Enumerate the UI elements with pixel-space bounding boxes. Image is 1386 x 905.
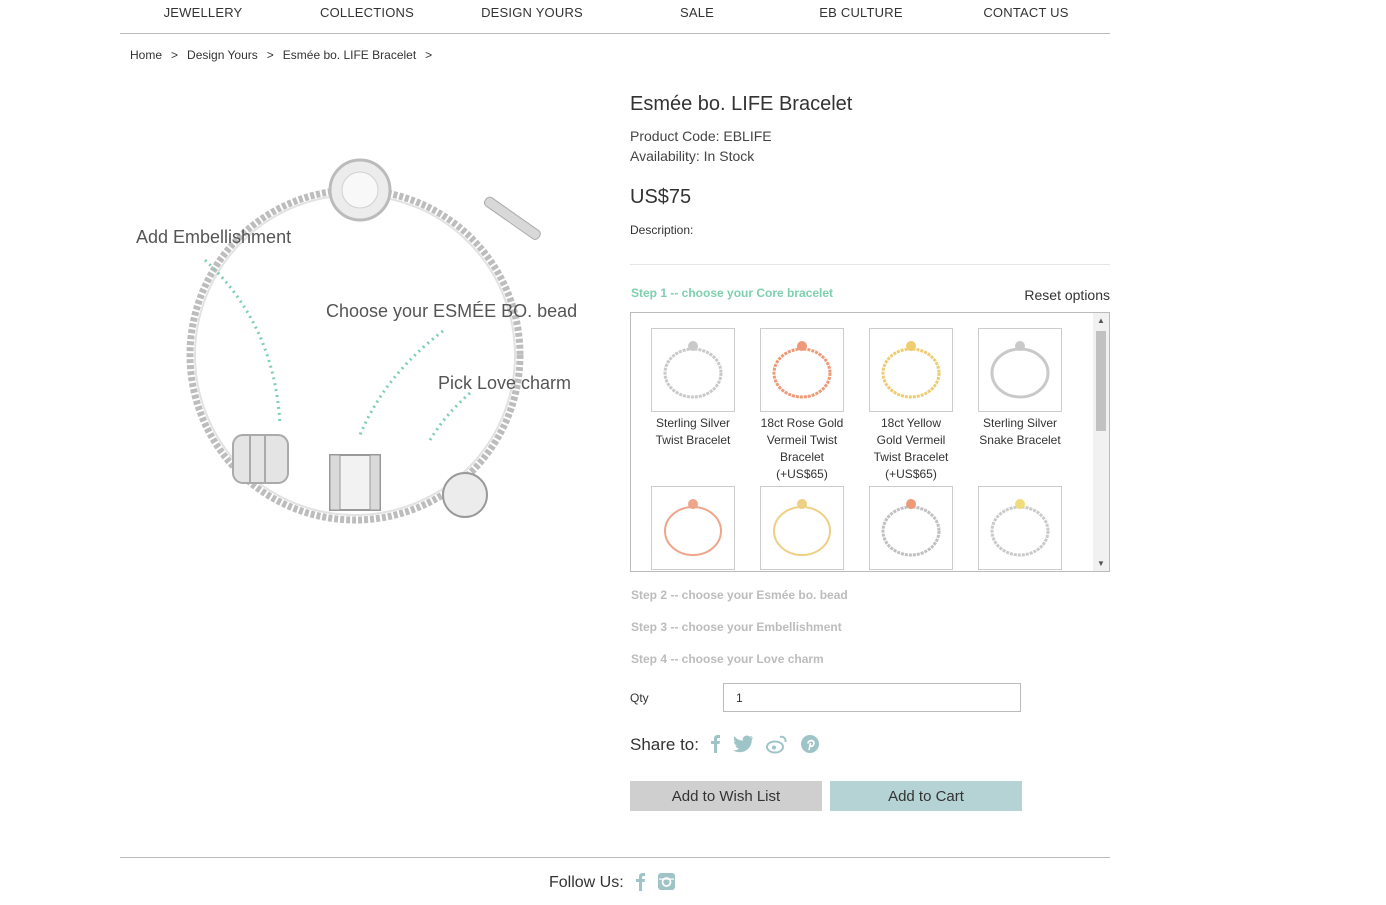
facebook-icon[interactable] xyxy=(705,734,727,754)
option-gold-bracelet[interactable] xyxy=(751,486,853,571)
step4-heading[interactable]: Step 4 -- choose your Love charm xyxy=(631,652,824,666)
breadcrumb-home[interactable]: Home xyxy=(130,48,162,62)
step2-heading[interactable]: Step 2 -- choose your Esmée bo. bead xyxy=(631,588,848,602)
qty-input[interactable] xyxy=(723,683,1021,712)
footer-divider xyxy=(120,857,1110,858)
option-thumbnail xyxy=(651,486,735,570)
option-label-line: Snake Bracelet xyxy=(979,433,1061,447)
reset-options-link[interactable]: Reset options xyxy=(1024,287,1110,303)
option-thumbnail xyxy=(978,328,1062,412)
options-scrollbar[interactable]: ▲ ▼ xyxy=(1093,313,1109,571)
bracelet-thumb-icon xyxy=(990,505,1050,557)
arrow-charm xyxy=(428,391,471,441)
bracelet-thumb-icon xyxy=(881,505,941,557)
breadcrumb-separator: > xyxy=(266,48,274,62)
nav-jewellery[interactable]: JEWELLERY xyxy=(164,5,243,20)
esmee-bead xyxy=(329,454,381,511)
option-silver-gold-bead[interactable] xyxy=(969,486,1071,571)
embellishment-bead xyxy=(232,434,289,484)
pinterest-icon[interactable] xyxy=(800,734,822,754)
option-label-line: Gold Vermeil xyxy=(876,433,946,447)
arrow-bead xyxy=(358,329,444,436)
product-availability: Availability: In Stock xyxy=(630,148,755,164)
bracelet-thumb-icon xyxy=(990,347,1050,399)
bracelet-clasp-icon xyxy=(1015,341,1025,351)
option-thumbnail xyxy=(651,328,735,412)
option-rose-bracelet[interactable] xyxy=(642,486,744,571)
bracelet-thumb-icon xyxy=(664,506,722,556)
option-sterling-silver-snake[interactable]: Sterling Silver Snake Bracelet xyxy=(969,328,1071,449)
description-label: Description: xyxy=(630,223,694,237)
option-label-line: Sterling Silver xyxy=(655,416,731,430)
option-sterling-silver-twist[interactable]: Sterling Silver Twist Bracelet xyxy=(642,328,744,449)
breadcrumb-separator: > xyxy=(425,48,433,62)
option-thumbnail xyxy=(760,486,844,570)
scroll-up-icon[interactable]: ▲ xyxy=(1097,316,1105,325)
add-to-cart-button[interactable]: Add to Cart xyxy=(830,781,1022,811)
option-thumbnail xyxy=(869,486,953,570)
option-label-line: Vermeil Twist xyxy=(766,433,838,447)
breadcrumb-separator: > xyxy=(171,48,179,62)
bracelet-slider-bar xyxy=(483,196,541,240)
nav-sale[interactable]: SALE xyxy=(680,5,714,20)
step3-heading[interactable]: Step 3 -- choose your Embellishment xyxy=(631,620,842,634)
scroll-down-icon[interactable]: ▼ xyxy=(1097,559,1105,568)
instagram-icon[interactable] xyxy=(656,872,678,892)
top-navigation: JEWELLERY COLLECTIONS DESIGN YOURS SALE … xyxy=(120,0,1110,34)
product-code: Product Code: EBLIFE xyxy=(630,128,772,144)
bracelet-thumb-icon xyxy=(881,347,941,399)
scrollbar-thumb[interactable] xyxy=(1096,331,1106,431)
bracelet-clasp-icon xyxy=(688,341,698,351)
twitter-icon[interactable] xyxy=(732,734,754,754)
option-label-line: Twist Bracelet xyxy=(655,433,731,447)
bracelet-clasp-icon xyxy=(688,499,698,509)
love-charm xyxy=(442,472,488,518)
option-thumbnail xyxy=(978,486,1062,570)
breadcrumb: Home > Design Yours > Esmée bo. LIFE Bracele… xyxy=(130,48,441,62)
nav-eb-culture[interactable]: EB CULTURE xyxy=(819,5,902,20)
facebook-icon[interactable] xyxy=(630,872,652,892)
step1-heading[interactable]: Step 1 -- choose your Core bracelet xyxy=(631,286,833,300)
core-bracelet-options: Sterling Silver Twist Bracelet 18ct Rose… xyxy=(630,312,1110,572)
option-label-line: 18ct Rose Gold xyxy=(760,416,844,430)
option-yellow-gold-twist[interactable]: 18ct Yellow Gold Vermeil Twist Bracelet … xyxy=(860,328,962,483)
option-thumbnail xyxy=(869,328,953,412)
follow-us-label: Follow Us: xyxy=(549,874,624,891)
option-thumbnail xyxy=(760,328,844,412)
bracelet-clasp-icon xyxy=(906,341,916,351)
arrow-embellishment xyxy=(203,258,282,426)
product-title: Esmée bo. LIFE Bracelet xyxy=(630,93,853,115)
product-price: US$75 xyxy=(630,186,692,208)
option-price: (+US$65) xyxy=(776,467,828,481)
nav-contact-us[interactable]: CONTACT US xyxy=(983,5,1068,20)
bracelet-clasp-icon xyxy=(1015,499,1025,509)
option-label-line: 18ct Yellow xyxy=(880,416,942,430)
option-label-line: Sterling Silver xyxy=(982,416,1058,430)
bracelet-clasp-icon xyxy=(906,499,916,509)
bracelet-clasp-icon xyxy=(797,499,807,509)
label-pick-charm: Pick Love charm xyxy=(438,373,571,393)
nav-collections[interactable]: COLLECTIONS xyxy=(320,5,414,20)
add-to-wishlist-button[interactable]: Add to Wish List xyxy=(630,781,822,811)
bracelet-clasp-center xyxy=(341,171,379,209)
label-add-embellishment: Add Embellishment xyxy=(136,227,291,247)
divider xyxy=(630,264,1110,265)
bracelet-thumb-icon xyxy=(773,506,831,556)
label-choose-bead: Choose your ESMÉE BO. bead xyxy=(326,301,577,321)
option-label-line: Twist Bracelet xyxy=(873,450,949,464)
option-price: (+US$65) xyxy=(885,467,937,481)
option-silver-rose-bead[interactable] xyxy=(860,486,962,571)
product-image: Add Embellishment Choose your ESMÉE BO. … xyxy=(136,158,577,524)
option-rose-gold-twist[interactable]: 18ct Rose Gold Vermeil Twist Bracelet (+… xyxy=(751,328,853,483)
share-label: Share to: xyxy=(630,735,699,754)
nav-design-yours[interactable]: DESIGN YOURS xyxy=(481,5,583,20)
breadcrumb-current[interactable]: Esmée bo. LIFE Bracelet xyxy=(283,48,416,62)
bracelet-clasp-icon xyxy=(797,341,807,351)
breadcrumb-design-yours[interactable]: Design Yours xyxy=(187,48,258,62)
option-label-line: Bracelet xyxy=(779,450,825,464)
bracelet-thumb-icon xyxy=(772,347,832,399)
weibo-icon[interactable] xyxy=(766,734,788,754)
qty-label: Qty xyxy=(630,691,649,705)
bracelet-thumb-icon xyxy=(663,347,723,399)
